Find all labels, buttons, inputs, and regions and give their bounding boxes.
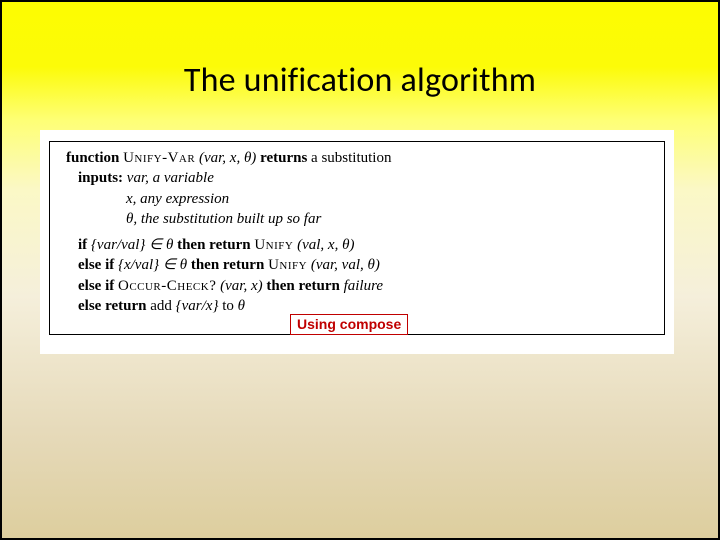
algo-line-4: θ, the substitution built up so far	[66, 209, 652, 229]
txt-to: to	[222, 298, 234, 314]
kw-thenreturn-2: then return	[191, 257, 264, 273]
args-unify-2: (var, val, θ)	[311, 257, 380, 273]
kw-returns: returns	[260, 150, 307, 166]
slide: The unification algorithm function Unify…	[0, 0, 720, 540]
algo-line-6: else if {x/val} ∈ θ then return Unify (v…	[66, 255, 652, 275]
cond-2: {x/val} ∈ θ	[118, 257, 187, 273]
txt-input-x: x, any expression	[126, 191, 229, 207]
cond-1: {var/val} ∈ θ	[91, 237, 173, 253]
slide-title: The unification algorithm	[2, 60, 718, 101]
args-occur-check: (var, x)	[220, 278, 262, 294]
fn-unify-2: Unify	[268, 257, 307, 273]
fn-unify-1: Unify	[254, 237, 293, 253]
kw-if-1: if	[66, 237, 87, 253]
fn-unify-var: Unify-Var	[123, 150, 195, 166]
kw-elseif-2: else if	[66, 278, 114, 294]
kw-thenreturn-3: then return	[266, 278, 339, 294]
kw-elseif-1: else if	[66, 257, 114, 273]
fn-occur-check: Occur-Check?	[118, 278, 216, 294]
kw-inputs: inputs:	[66, 170, 123, 186]
algo-line-5: if {var/val} ∈ θ then return Unify (val,…	[66, 235, 652, 255]
algo-line-3: x, any expression	[66, 189, 652, 209]
args-unify-1: (val, x, θ)	[297, 237, 354, 253]
algo-line-1: function Unify-Var (var, x, θ) returns a…	[66, 148, 652, 168]
txt-varx: {var/x}	[176, 298, 219, 314]
txt-failure: failure	[344, 278, 383, 294]
args-unify-var: (var, x, θ)	[199, 150, 256, 166]
algo-line-2: inputs: var, a variable	[66, 168, 652, 188]
txt-returns: a substitution	[311, 150, 391, 166]
annotation-using-compose: Using compose	[290, 314, 408, 335]
txt-input-var: var, a variable	[127, 170, 214, 186]
kw-function: function	[66, 150, 119, 166]
algorithm-box: function Unify-Var (var, x, θ) returns a…	[49, 141, 665, 335]
txt-add: add	[150, 298, 172, 314]
txt-input-theta: θ, the substitution built up so far	[126, 211, 321, 227]
kw-thenreturn-1: then return	[177, 237, 250, 253]
algo-line-8: else return add {var/x} to θ	[66, 296, 652, 316]
algo-line-7: else if Occur-Check? (var, x) then retur…	[66, 276, 652, 296]
txt-theta: θ	[238, 298, 245, 314]
kw-elsereturn: else return	[66, 298, 146, 314]
